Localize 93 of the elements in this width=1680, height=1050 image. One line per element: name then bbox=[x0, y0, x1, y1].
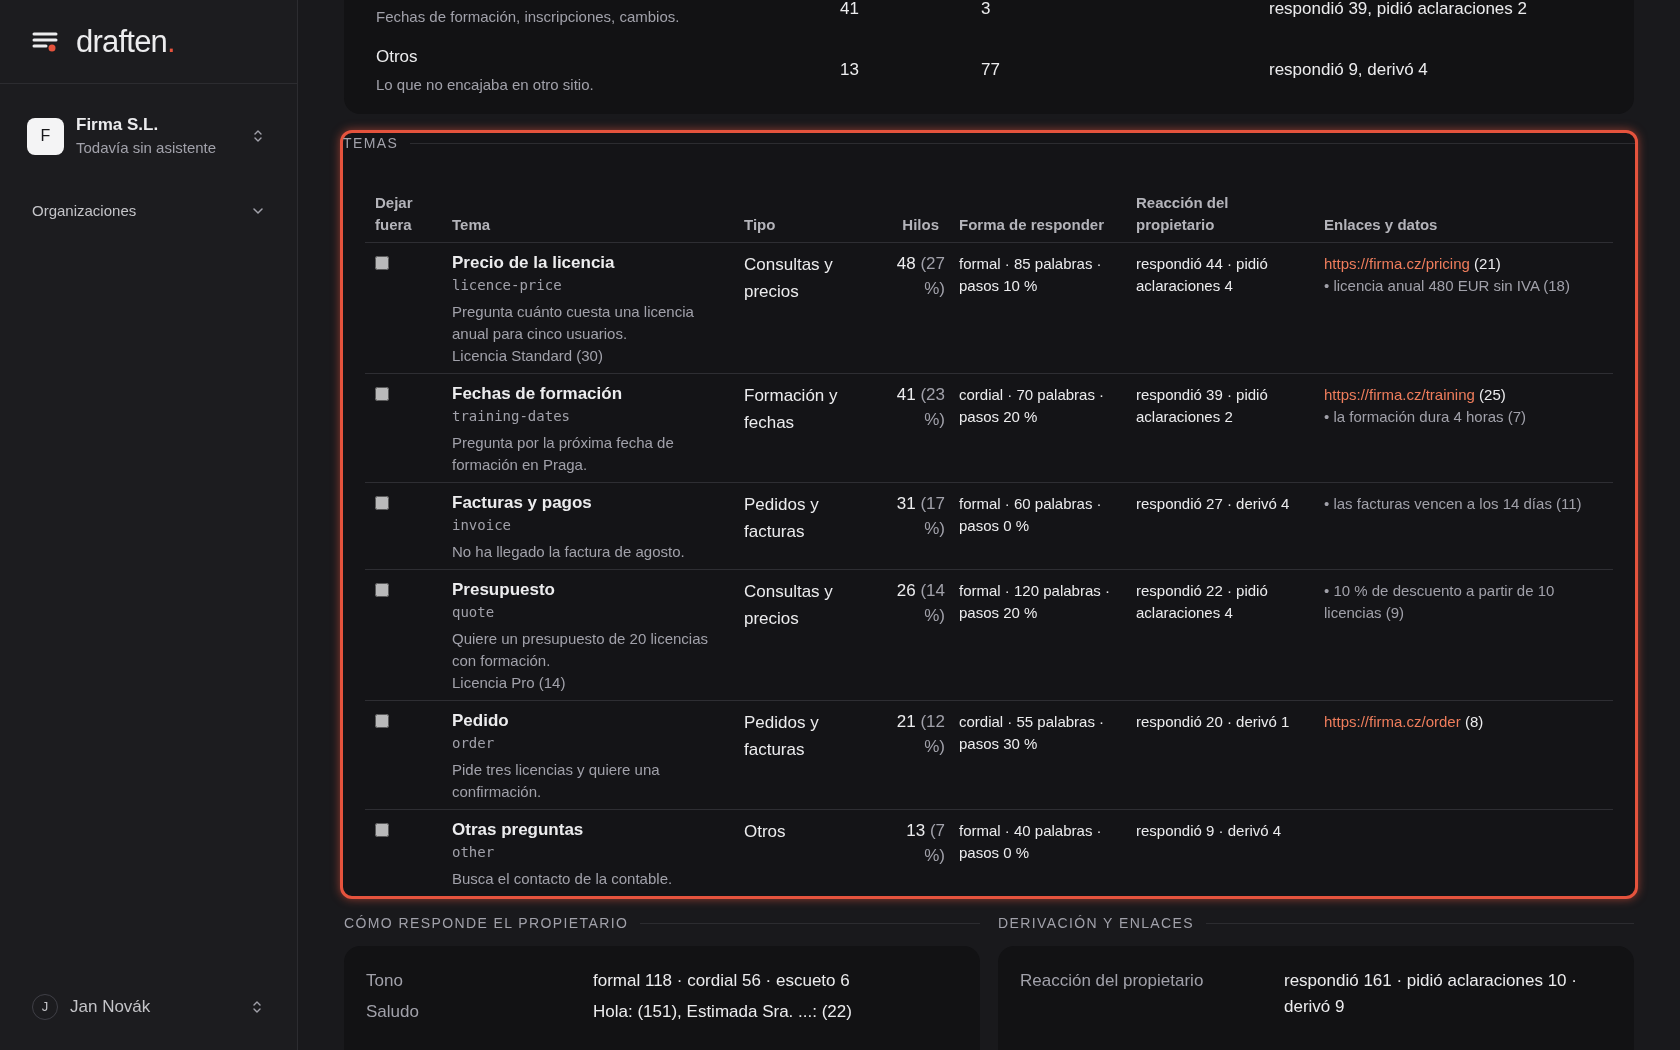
topic-detail: Licencia Standard (30) bbox=[452, 346, 604, 366]
summary-description: Lo que no encajaba en otro sitio. bbox=[376, 74, 595, 95]
exclude-checkbox[interactable] bbox=[375, 583, 389, 597]
topic-title: Facturas y pagos bbox=[452, 492, 593, 514]
table-cell: respondió 22 · pidió aclaraciones 4 bbox=[1126, 569, 1314, 701]
fact-item: • la formación dura 4 horas (7) bbox=[1324, 407, 1527, 427]
table-cell: cordial · 70 palabras · pasos 20 % bbox=[949, 373, 1126, 483]
user-name: Jan Novák bbox=[70, 996, 152, 1019]
topic-slug: order bbox=[452, 734, 496, 753]
fact-item: • licencia anual 480 EUR sin IVA (18) bbox=[1324, 276, 1571, 296]
topic-title: Precio de la licencia bbox=[452, 252, 616, 274]
link-count: (21) bbox=[1473, 255, 1501, 272]
thread-count: 41 (23 %) bbox=[882, 373, 949, 483]
section-title: TEMAS bbox=[343, 134, 399, 153]
table-cell: Otros bbox=[734, 809, 882, 896]
organization-switcher[interactable]: F Firma S.L. Todavía sin asistente bbox=[27, 114, 270, 158]
user-menu[interactable]: J Jan Novák bbox=[32, 994, 265, 1020]
section-title: CÓMO RESPONDE EL PROPIETARIO bbox=[344, 914, 629, 933]
table-cell: formal · 120 palabras · pasos 20 % bbox=[949, 569, 1126, 701]
topic-slug: training-dates bbox=[452, 407, 571, 426]
table-cell-text: respondió 9, derivó 4 bbox=[1269, 59, 1429, 82]
column-header: Forma de responder bbox=[949, 192, 1126, 243]
topic-description: Pregunta por la próxima fecha de formación en Praga. bbox=[452, 433, 675, 475]
table-cell: respondió 20 · derivó 1 bbox=[1126, 700, 1314, 810]
table-cell: Formación y fechas bbox=[734, 373, 882, 483]
organization-name: Firma S.L. bbox=[76, 114, 160, 136]
topic-slug: invoice bbox=[452, 516, 512, 535]
exclude-checkbox[interactable] bbox=[375, 496, 389, 510]
table-cell-text: 41 bbox=[840, 0, 860, 20]
topic-title: Pedido bbox=[452, 710, 510, 732]
table-cell: respondió 9 · derivó 4 bbox=[1126, 809, 1314, 896]
url-link[interactable]: https://firma.cz/training bbox=[1324, 386, 1475, 403]
topic-slug: licence-price bbox=[452, 276, 563, 295]
thread-count: 31 (17 %) bbox=[882, 482, 949, 570]
thread-count: 48 (27 %) bbox=[882, 242, 949, 374]
topic-description: Busca el contacto de la contable. bbox=[452, 869, 674, 889]
topic-description: Pregunta cuánto cuesta una licencia anual para cinco usuarios. bbox=[452, 302, 695, 344]
topic-description: No ha llegado la factura de agosto. bbox=[452, 542, 686, 562]
topic-title: Fechas de formación bbox=[452, 383, 624, 405]
url-link[interactable]: https://firma.cz/pricing bbox=[1324, 255, 1470, 272]
table-cell: formal · 40 palabras · pasos 0 % bbox=[949, 809, 1126, 896]
table-cell: Pedidos y facturas bbox=[734, 700, 882, 810]
exclude-checkbox[interactable] bbox=[375, 387, 389, 401]
column-header: Hilos bbox=[882, 192, 949, 243]
table-cell: Consultas y precios bbox=[734, 569, 882, 701]
table-cell-text: 3 bbox=[981, 0, 992, 20]
topic-slug: quote bbox=[452, 603, 496, 622]
field-label: Reacción del propietario bbox=[1020, 970, 1205, 992]
column-header: Dejar fuera bbox=[365, 192, 442, 243]
thread-count: 13 (7 %) bbox=[882, 809, 949, 896]
column-header: Tipo bbox=[734, 192, 882, 243]
exclude-checkbox[interactable] bbox=[375, 256, 389, 270]
field-value: respondió 161 · pidió aclaraciones 10 · derivó 9 bbox=[1284, 970, 1578, 1018]
table-cell-text: 13 bbox=[840, 59, 860, 82]
topic-detail: Licencia Pro (14) bbox=[452, 673, 567, 693]
table-cell-text: 77 bbox=[981, 59, 1001, 82]
organization-avatar: F bbox=[27, 117, 64, 155]
thread-count: 21 (12 %) bbox=[882, 700, 949, 810]
field-value: formal 118 · cordial 56 · escueto 6 bbox=[593, 970, 851, 992]
organization-subtitle: Todavía sin asistente bbox=[76, 139, 218, 158]
exclude-checkbox[interactable] bbox=[375, 714, 389, 728]
exclude-checkbox[interactable] bbox=[375, 823, 389, 837]
nav-item[interactable]: Organizaciones bbox=[32, 200, 265, 223]
link-count: (8) bbox=[1463, 713, 1484, 730]
section-title: DERIVACIÓN Y ENLACES bbox=[998, 914, 1195, 933]
topic-description: Quiere un presupuesto de 20 licencias con formación. bbox=[452, 629, 709, 671]
topic-description: Pide tres licencias y quiere una confirmación. bbox=[452, 760, 661, 802]
summary-name: Otros bbox=[376, 46, 419, 68]
table-cell: Consultas y precios bbox=[734, 242, 882, 374]
topic-slug: other bbox=[452, 843, 496, 862]
topic-title: Otras preguntas bbox=[452, 819, 585, 841]
url-link[interactable]: https://firma.cz/order bbox=[1324, 713, 1461, 730]
topic-title: Presupuesto bbox=[452, 579, 556, 601]
summary-description: Fechas de formación, inscripciones, cambios. bbox=[376, 6, 681, 27]
column-header: Enlaces y datos bbox=[1314, 192, 1613, 243]
table-cell-text: respondió 39, pidió aclaraciones 2 bbox=[1269, 0, 1528, 20]
fact-item: • 10 % de descuento a partir de 10 licencias (9) bbox=[1324, 581, 1556, 623]
column-header: Tema bbox=[442, 192, 734, 243]
field-label: Tono bbox=[366, 970, 404, 992]
table-cell: respondió 27 · derivó 4 bbox=[1126, 482, 1314, 570]
table-cell: respondió 44 · pidió aclaraciones 4 bbox=[1126, 242, 1314, 374]
table-cell: cordial · 55 palabras · pasos 30 % bbox=[949, 700, 1126, 810]
table-cell: formal · 85 palabras · pasos 10 % bbox=[949, 242, 1126, 374]
field-label: Saludo bbox=[366, 1001, 420, 1023]
fact-item: • las facturas vencen a los 14 días (11) bbox=[1324, 494, 1583, 514]
table-cell: Pedidos y facturas bbox=[734, 482, 882, 570]
link-count: (25) bbox=[1478, 386, 1506, 403]
column-header: Reacción del propietario bbox=[1126, 192, 1314, 243]
table-cell: respondió 39 · pidió aclaraciones 2 bbox=[1126, 373, 1314, 483]
field-value: Hola: (151), Estimada Sra. ...: (22) bbox=[593, 1001, 853, 1023]
table-cell: formal · 60 palabras · pasos 0 % bbox=[949, 482, 1126, 570]
logo[interactable]: draften. bbox=[76, 26, 175, 57]
thread-count: 26 (14 %) bbox=[882, 569, 949, 701]
